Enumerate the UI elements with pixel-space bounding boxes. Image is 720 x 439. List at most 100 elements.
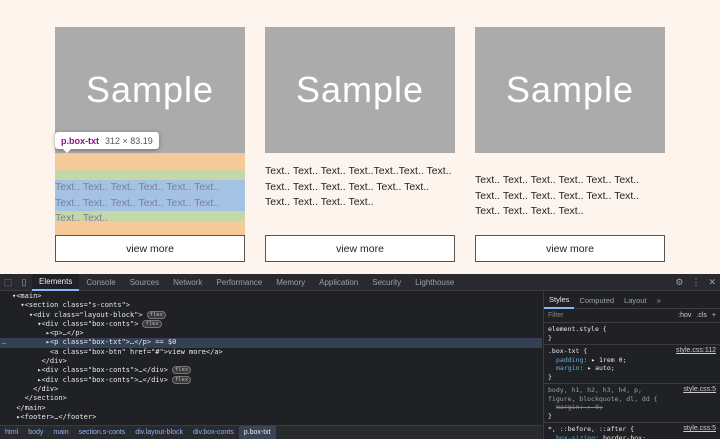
- styles-filter[interactable]: Filter :hov .cls +: [544, 309, 720, 323]
- dom-node-line[interactable]: ▸<p class="box-txt">…</p> == $0 …: [0, 338, 542, 348]
- breadcrumb-item[interactable]: div.layout-block: [130, 429, 188, 436]
- dom-node-text: </section>: [12, 394, 67, 403]
- view-more-button[interactable]: view more: [475, 235, 665, 262]
- style-rule: body, h1, h2, h3, h4, p, figure, blockqu…: [544, 384, 720, 423]
- css-property[interactable]: margin: ▸ auto;: [548, 364, 716, 373]
- flex-badge[interactable]: flex: [171, 366, 192, 375]
- rule-source-link[interactable]: style.css:5: [683, 425, 716, 434]
- dom-node-text: </div>: [12, 384, 59, 393]
- dom-node-text: ▸<div class="box-conts">…</div>: [12, 366, 168, 375]
- tab-styles[interactable]: Styles: [544, 292, 575, 309]
- dom-node-line[interactable]: ▸<footer>…</footer>: [0, 413, 542, 422]
- close-icon[interactable]: ✕: [708, 277, 716, 288]
- dom-node-line[interactable]: ▸<div class="box-conts">…</div> flex: [0, 375, 542, 385]
- tab-performance[interactable]: Performance: [209, 274, 269, 291]
- dom-node-text: ▸<div class="box-conts">…</div>: [12, 375, 168, 384]
- property-name: box-sizing: [556, 433, 596, 439]
- filter-input[interactable]: Filter: [548, 312, 678, 319]
- rule-close-brace: }: [548, 372, 552, 381]
- tab-sources[interactable]: Sources: [123, 274, 166, 291]
- style-rule: .box-txt {style.css:112 padding: ▸ 1rem 0…: [544, 345, 720, 384]
- breadcrumb-item[interactable]: div.box-conts: [188, 429, 239, 436]
- add-rule-icon[interactable]: +: [712, 312, 716, 319]
- tab-layout[interactable]: Layout: [619, 292, 652, 309]
- flex-badge[interactable]: flex: [171, 375, 192, 384]
- dom-node-line[interactable]: ▾<div class="layout-block"> flex: [0, 310, 542, 320]
- property-name: padding: [556, 355, 584, 364]
- dom-node-text: ▾<div class="layout-block">: [12, 310, 143, 319]
- rule-close-brace: }: [548, 333, 552, 342]
- breadcrumb-item[interactable]: html: [0, 429, 23, 436]
- property-value: ▸ 0;: [587, 403, 603, 411]
- box-text: Text.. Text.. Text.. Text.. Text.. Text.…: [55, 181, 220, 224]
- dom-node-line[interactable]: ▸<div class="box-conts">…</div> flex: [0, 366, 542, 375]
- dom-node-text: ▸<p class="box-txt">…</p> == $0: [12, 338, 177, 347]
- property-value: border-box;: [602, 433, 647, 439]
- dom-tree: ▾<main> ▾<section class="s-conts"> ▾<div…: [0, 292, 542, 424]
- tab-security[interactable]: Security: [365, 274, 408, 291]
- styles-pane: Styles Computed Layout » Filter :hov .cl…: [543, 292, 720, 439]
- property-name: margin: [556, 403, 580, 411]
- dom-node-line[interactable]: </main>: [0, 404, 542, 413]
- dom-node-line[interactable]: </div>: [0, 357, 542, 366]
- tooltip-selector: p.box-txt: [61, 135, 99, 146]
- tab-lighthouse[interactable]: Lighthouse: [408, 274, 461, 291]
- device-toggle-icon[interactable]: ▯: [16, 274, 32, 291]
- css-property[interactable]: box-sizing: border-box;: [548, 434, 716, 439]
- sample-image: Sample: [265, 27, 455, 153]
- dom-node-line[interactable]: ▾<section class="s-conts">: [0, 301, 542, 310]
- rule-selector[interactable]: element.style {: [548, 325, 716, 334]
- flex-badge[interactable]: flex: [142, 319, 162, 328]
- sample-image: Sample: [475, 27, 665, 153]
- dom-node-line[interactable]: <a class="box-btn" href="#">view more</a…: [0, 348, 542, 357]
- flex-badge[interactable]: flex: [146, 310, 166, 319]
- view-more-button[interactable]: view more: [55, 235, 245, 262]
- style-rule: *, ::before, ::after {style.css:5 box-siz…: [544, 423, 720, 439]
- dom-node-text: ▾<section class="s-conts">: [12, 301, 131, 310]
- dom-node-line[interactable]: ▾<div class="box-conts"> flex: [0, 319, 542, 329]
- more-menu-icon[interactable]: ⋮: [691, 277, 700, 288]
- style-rules: element.style {} .box-txt {style.css:112 p…: [544, 323, 720, 439]
- rule-source-link[interactable]: style.css:5: [683, 386, 716, 395]
- more-tabs-icon[interactable]: »: [652, 292, 666, 309]
- css-property[interactable]: margin: ▸ 0;: [548, 403, 716, 412]
- property-value: ▸ auto;: [587, 364, 615, 372]
- breadcrumb: html body main section.s-conts div.layout-bl…: [0, 425, 542, 439]
- tab-elements[interactable]: Elements: [32, 273, 80, 291]
- element-highlight-overlay: Text.. Text.. Text.. Text.. Text.. Text.…: [55, 153, 245, 235]
- dom-node-text: </main>: [12, 403, 46, 412]
- devtools-tabbar: ⬚ ▯ Elements Console Sources Network Per…: [0, 273, 720, 291]
- gear-icon[interactable]: ⚙: [675, 277, 683, 288]
- breadcrumb-item[interactable]: main: [48, 429, 73, 436]
- dom-node-text: ▾<div class="box-conts">: [12, 319, 139, 328]
- dom-node-line[interactable]: </section>: [0, 394, 542, 403]
- breadcrumb-item[interactable]: p.box-txt: [238, 426, 276, 439]
- dom-node-text: <a class="box-btn" href="#">view more</a…: [12, 347, 223, 356]
- tab-computed[interactable]: Computed: [574, 292, 619, 309]
- tab-console[interactable]: Console: [79, 274, 122, 291]
- property-value: ▸ 1rem 0;: [591, 355, 627, 364]
- box-text: Text.. Text.. Text.. Text.. Text.. Text.…: [475, 174, 640, 217]
- breadcrumb-item[interactable]: body: [23, 429, 48, 436]
- styles-tabbar: Styles Computed Layout »: [544, 292, 720, 309]
- dom-node-text: ▸<footer>…</footer>: [12, 412, 97, 421]
- dom-node-line[interactable]: ▾<main>: [0, 292, 542, 301]
- dom-node-line[interactable]: </div>: [0, 385, 542, 394]
- css-property[interactable]: padding: ▸ 1rem 0;: [548, 356, 716, 365]
- hov-toggle[interactable]: :hov: [678, 312, 691, 319]
- cls-toggle[interactable]: .cls: [696, 312, 707, 319]
- dom-node-text: ▸<p>…</p>: [12, 329, 84, 338]
- breadcrumb-item[interactable]: section.s-conts: [74, 429, 131, 436]
- tab-application[interactable]: Application: [312, 274, 365, 291]
- tab-network[interactable]: Network: [166, 274, 209, 291]
- dom-node-line[interactable]: ▸<p>…</p>: [0, 329, 542, 338]
- view-more-button[interactable]: view more: [265, 235, 455, 262]
- dom-node-text: ▾<main>: [12, 292, 42, 300]
- box-card: Sample Text.. Text.. Text.. Text.. Text.…: [475, 27, 665, 262]
- ellipsis-icon[interactable]: …: [2, 338, 6, 347]
- rule-source-link[interactable]: style.css:112: [676, 347, 716, 356]
- style-rule: element.style {}: [544, 323, 720, 345]
- tab-memory[interactable]: Memory: [269, 274, 312, 291]
- tooltip-size: 312 × 83.19: [105, 135, 153, 146]
- inspect-icon[interactable]: ⬚: [0, 274, 16, 291]
